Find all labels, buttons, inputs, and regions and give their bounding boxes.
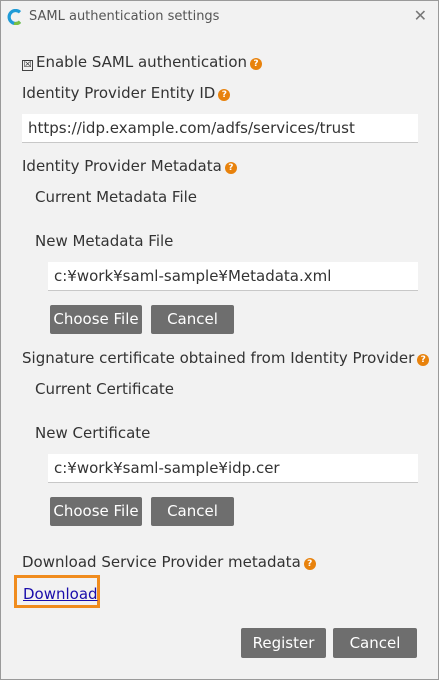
help-icon[interactable]: ? [417, 354, 430, 366]
certificate-label: Signature certificate obtained from Iden… [22, 349, 415, 367]
help-icon[interactable]: ? [218, 89, 231, 101]
entity-id-input[interactable]: https://idp.example.com/adfs/services/tr… [22, 114, 418, 143]
enable-saml-checkbox[interactable]: ☒ [22, 60, 33, 71]
metadata-label-row: Identity Provider Metadata? [22, 157, 237, 175]
dialog-title: SAML authentication settings [29, 9, 220, 24]
metadata-label: Identity Provider Metadata [22, 157, 222, 175]
enable-saml-row: ☒ Enable SAML authentication? [22, 53, 263, 71]
footer-cancel-button[interactable]: Cancel [333, 628, 417, 658]
app-logo-icon [7, 9, 22, 25]
sp-metadata-label: Download Service Provider metadata [22, 553, 301, 571]
help-icon[interactable]: ? [303, 558, 316, 570]
register-button[interactable]: Register [241, 628, 326, 658]
metadata-choose-file-button[interactable]: Choose File [50, 305, 142, 334]
metadata-file-input[interactable]: c:¥work¥saml-sample¥Metadata.xml [48, 262, 418, 291]
current-certificate-label: Current Certificate [35, 380, 175, 398]
help-icon[interactable]: ? [250, 58, 263, 70]
current-metadata-label: Current Metadata File [35, 188, 198, 206]
new-certificate-label: New Certificate [35, 424, 151, 442]
enable-saml-label: Enable SAML authentication [36, 53, 248, 71]
metadata-cancel-button[interactable]: Cancel [151, 305, 234, 334]
certificate-choose-file-button[interactable]: Choose File [50, 497, 142, 526]
entity-id-label: Identity Provider Entity ID [22, 84, 216, 102]
download-link[interactable]: Download [23, 585, 98, 603]
sp-metadata-label-row: Download Service Provider metadata? [22, 553, 316, 571]
help-icon[interactable]: ? [224, 162, 237, 174]
certificate-label-row: Signature certificate obtained from Iden… [22, 349, 430, 367]
new-metadata-label: New Metadata File [35, 232, 174, 250]
close-icon[interactable]: ✕ [414, 8, 427, 24]
certificate-file-input[interactable]: c:¥work¥saml-sample¥idp.cer [48, 454, 418, 483]
entity-id-label-row: Identity Provider Entity ID? [22, 84, 231, 102]
saml-settings-dialog: SAML authentication settings ✕ ☒ Enable S… [0, 0, 439, 680]
certificate-cancel-button[interactable]: Cancel [151, 497, 234, 526]
title-bar: SAML authentication settings ✕ [1, 1, 438, 33]
